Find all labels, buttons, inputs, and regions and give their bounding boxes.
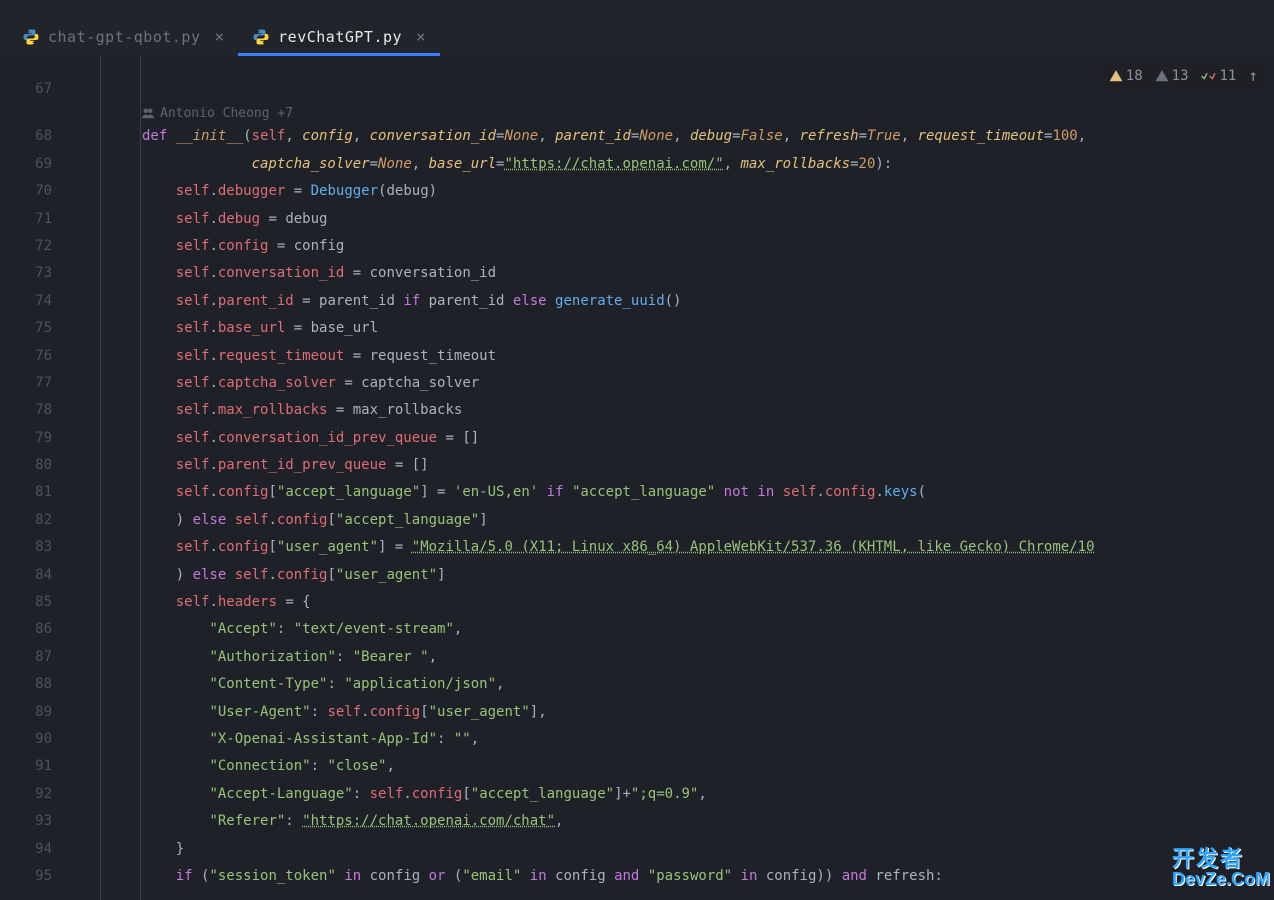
python-icon — [252, 28, 270, 46]
tab-label: revChatGPT.py — [278, 28, 402, 46]
code-line[interactable]: ) else self.config["accept_language"] — [70, 507, 1274, 534]
git-blame-annotation: Antonio Cheong +7 — [70, 103, 1274, 123]
code-line[interactable]: self.config["user_agent"] = "Mozilla/5.0… — [70, 534, 1274, 561]
tab-chat-gpt-qbot[interactable]: chat-gpt-qbot.py × — [8, 17, 238, 56]
code-line[interactable]: self.request_timeout = request_timeout — [70, 343, 1274, 370]
python-icon — [22, 28, 40, 46]
close-icon[interactable]: × — [416, 27, 426, 46]
tab-bar: chat-gpt-qbot.py × revChatGPT.py × — [0, 0, 1274, 56]
code-line[interactable]: self.debugger = Debugger(debug) — [70, 178, 1274, 205]
code-area[interactable]: Antonio Cheong +7def __init__(self, conf… — [70, 56, 1274, 900]
code-line[interactable]: "Content-Type": "application/json", — [70, 671, 1274, 698]
code-line[interactable]: if ("session_token" in config or ("email… — [70, 863, 1274, 890]
code-line[interactable]: } — [70, 836, 1274, 863]
code-line[interactable]: "Connection": "close", — [70, 753, 1274, 780]
tab-revchatgpt[interactable]: revChatGPT.py × — [238, 17, 440, 56]
code-line[interactable]: self.config["accept_language"] = 'en-US,… — [70, 479, 1274, 506]
code-line[interactable]: captcha_solver=None, base_url="https://c… — [70, 151, 1274, 178]
code-line[interactable]: self.debug = debug — [70, 206, 1274, 233]
code-line[interactable]: "User-Agent": self.config["user_agent"], — [70, 699, 1274, 726]
code-line[interactable]: def __init__(self, config, conversation_… — [70, 123, 1274, 150]
code-line[interactable]: self.conversation_id = conversation_id — [70, 260, 1274, 287]
code-line[interactable]: "Accept": "text/event-stream", — [70, 616, 1274, 643]
code-line[interactable]: "Referer": "https://chat.openai.com/chat… — [70, 808, 1274, 835]
code-editor[interactable]: 6768697071727374757677787980818283848586… — [0, 56, 1274, 900]
code-line[interactable]: self.base_url = base_url — [70, 315, 1274, 342]
tab-label: chat-gpt-qbot.py — [48, 28, 201, 46]
code-line[interactable]: self.headers = { — [70, 589, 1274, 616]
line-gutter: 6768697071727374757677787980818283848586… — [0, 56, 70, 900]
code-line[interactable]: "Accept-Language": self.config["accept_l… — [70, 781, 1274, 808]
code-line[interactable]: self.config = config — [70, 233, 1274, 260]
code-line[interactable]: self.conversation_id_prev_queue = [] — [70, 425, 1274, 452]
code-line[interactable]: self.captcha_solver = captcha_solver — [70, 370, 1274, 397]
code-line[interactable]: ) else self.config["user_agent"] — [70, 562, 1274, 589]
close-icon[interactable]: × — [215, 27, 225, 46]
code-line[interactable]: "Authorization": "Bearer ", — [70, 644, 1274, 671]
code-line[interactable]: "X-Openai-Assistant-App-Id": "", — [70, 726, 1274, 753]
code-line[interactable]: self.max_rollbacks = max_rollbacks — [70, 397, 1274, 424]
code-line[interactable]: self.parent_id = parent_id if parent_id … — [70, 288, 1274, 315]
code-line[interactable]: self.parent_id_prev_queue = [] — [70, 452, 1274, 479]
